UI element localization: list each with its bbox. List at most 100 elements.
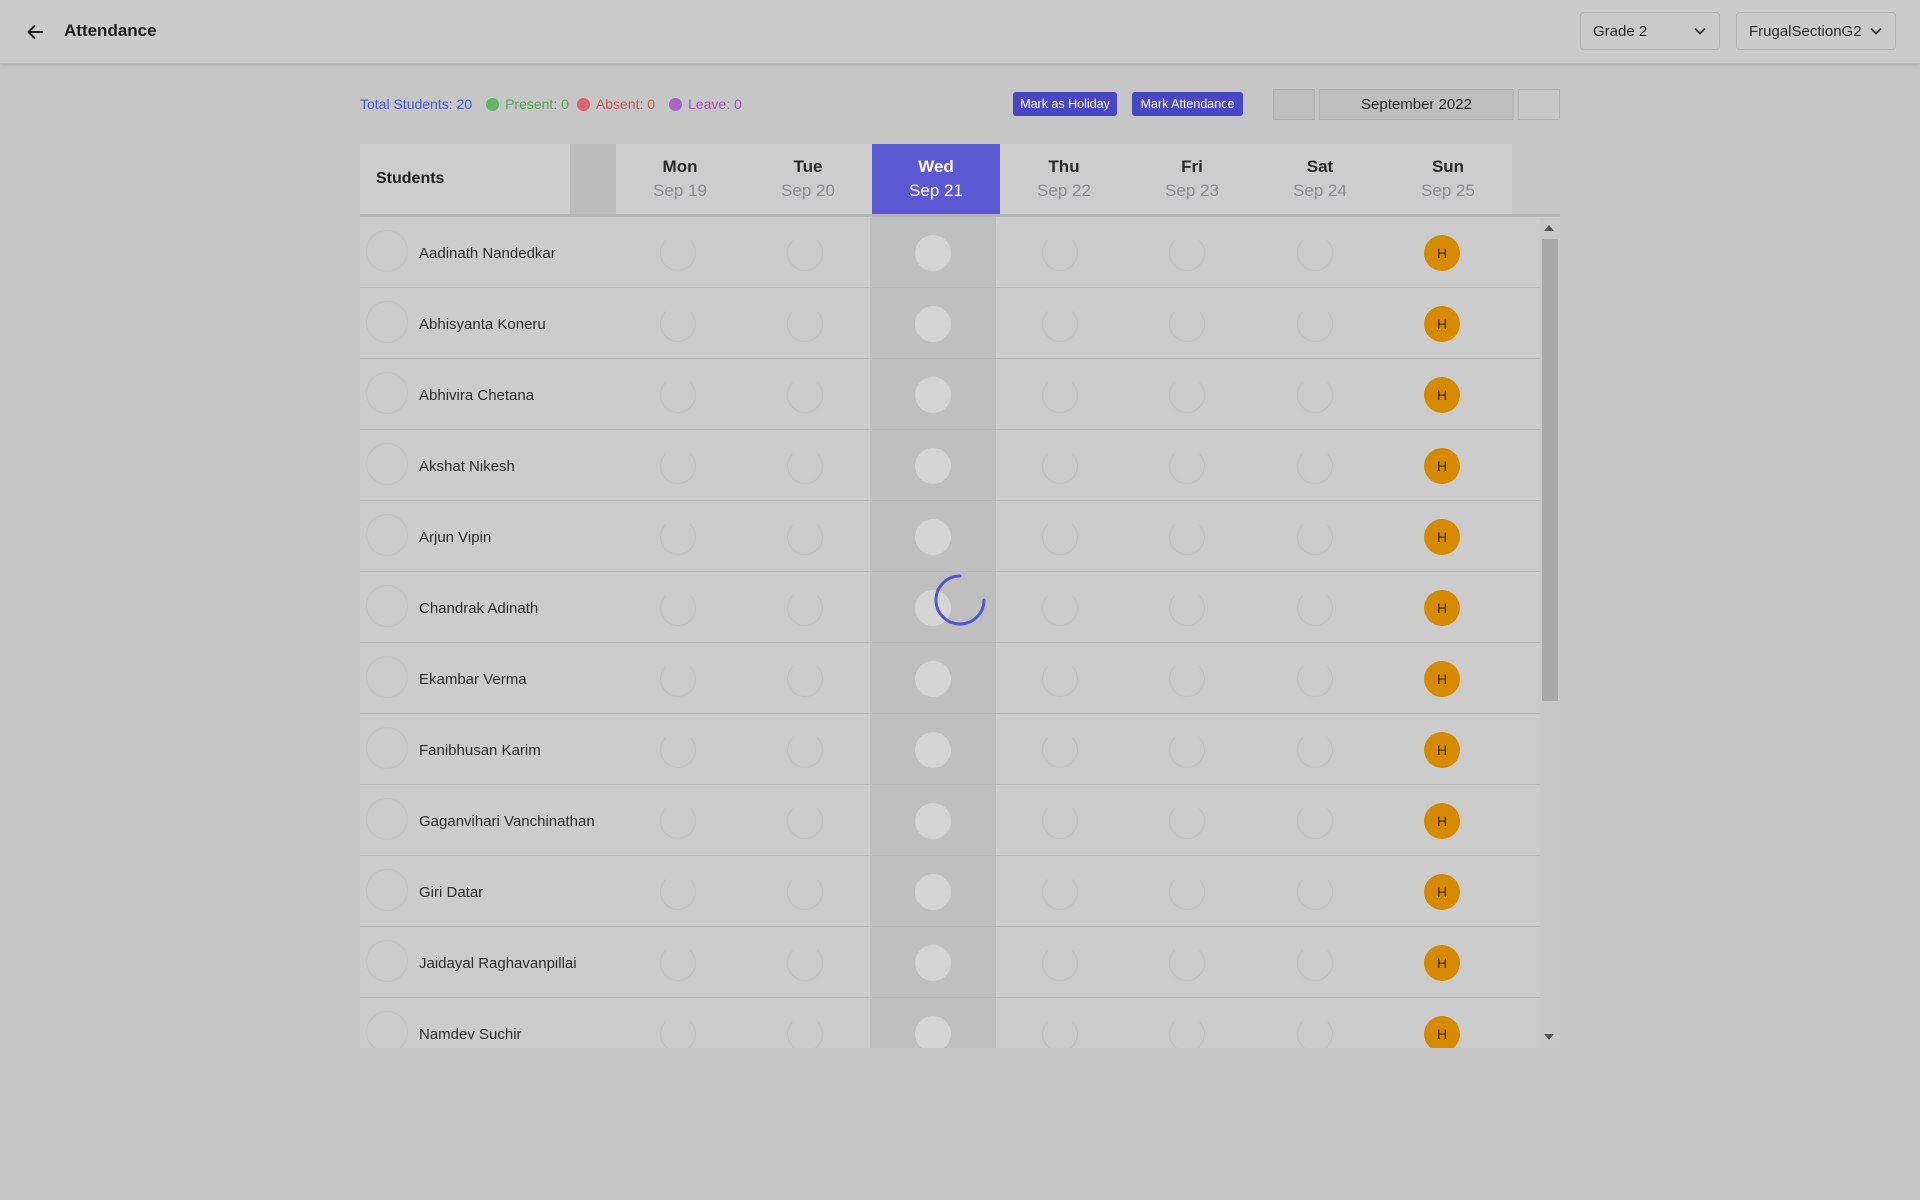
attendance-toggle-fri[interactable]: [1169, 1016, 1205, 1048]
scrollbar-thumb[interactable]: [1542, 239, 1558, 701]
mark-attendance-button[interactable]: Mark Attendance: [1132, 92, 1243, 116]
attendance-toggle-thu[interactable]: [1042, 1016, 1078, 1048]
attendance-toggle-fri[interactable]: [1169, 732, 1205, 768]
attendance-toggle-wed[interactable]: [915, 519, 951, 555]
section-select[interactable]: FrugalSectionG2: [1736, 12, 1896, 50]
attendance-toggle-thu[interactable]: [1042, 803, 1078, 839]
holiday-badge[interactable]: H: [1424, 1016, 1460, 1048]
attendance-toggle-wed[interactable]: [915, 732, 951, 768]
attendance-toggle-mon[interactable]: [660, 306, 696, 342]
attendance-toggle-mon[interactable]: [660, 661, 696, 697]
holiday-badge[interactable]: H: [1424, 803, 1460, 839]
attendance-toggle-sat[interactable]: [1297, 448, 1333, 484]
attendance-toggle-tue[interactable]: [787, 945, 823, 981]
grade-select[interactable]: Grade 2: [1580, 12, 1720, 50]
attendance-toggle-mon[interactable]: [660, 732, 696, 768]
day-header-sun[interactable]: Sun Sep 25: [1384, 144, 1512, 214]
attendance-toggle-mon[interactable]: [660, 1016, 696, 1048]
attendance-toggle-mon[interactable]: [660, 590, 696, 626]
attendance-toggle-wed[interactable]: [915, 235, 951, 271]
holiday-badge[interactable]: H: [1424, 306, 1460, 342]
holiday-badge[interactable]: H: [1424, 377, 1460, 413]
holiday-badge[interactable]: H: [1424, 519, 1460, 555]
attendance-toggle-thu[interactable]: [1042, 235, 1078, 271]
attendance-toggle-thu[interactable]: [1042, 945, 1078, 981]
attendance-toggle-thu[interactable]: [1042, 661, 1078, 697]
attendance-toggle-fri[interactable]: [1169, 590, 1205, 626]
attendance-toggle-sat[interactable]: [1297, 732, 1333, 768]
attendance-toggle-wed[interactable]: [915, 448, 951, 484]
attendance-toggle-thu[interactable]: [1042, 732, 1078, 768]
holiday-badge[interactable]: H: [1424, 945, 1460, 981]
attendance-toggle-sat[interactable]: [1297, 306, 1333, 342]
attendance-toggle-sat[interactable]: [1297, 1016, 1333, 1048]
scroll-up-arrow-icon[interactable]: [1544, 225, 1554, 231]
attendance-toggle-tue[interactable]: [787, 661, 823, 697]
attendance-toggle-sat[interactable]: [1297, 945, 1333, 981]
attendance-toggle-sat[interactable]: [1297, 377, 1333, 413]
attendance-toggle-thu[interactable]: [1042, 590, 1078, 626]
day-header-fri[interactable]: Fri Sep 23: [1128, 144, 1256, 214]
attendance-toggle-tue[interactable]: [787, 590, 823, 626]
attendance-toggle-mon[interactable]: [660, 235, 696, 271]
attendance-toggle-sat[interactable]: [1297, 661, 1333, 697]
day-header-thu[interactable]: Thu Sep 22: [1000, 144, 1128, 214]
attendance-toggle-fri[interactable]: [1169, 377, 1205, 413]
holiday-badge[interactable]: H: [1424, 732, 1460, 768]
day-header-sat[interactable]: Sat Sep 24: [1256, 144, 1384, 214]
attendance-toggle-thu[interactable]: [1042, 306, 1078, 342]
attendance-toggle-sat[interactable]: [1297, 874, 1333, 910]
attendance-toggle-wed[interactable]: [915, 803, 951, 839]
attendance-toggle-tue[interactable]: [787, 448, 823, 484]
holiday-badge[interactable]: H: [1424, 661, 1460, 697]
attendance-toggle-wed[interactable]: [915, 661, 951, 697]
attendance-toggle-thu[interactable]: [1042, 377, 1078, 413]
attendance-toggle-mon[interactable]: [660, 448, 696, 484]
attendance-toggle-mon[interactable]: [660, 874, 696, 910]
attendance-toggle-fri[interactable]: [1169, 661, 1205, 697]
attendance-toggle-fri[interactable]: [1169, 803, 1205, 839]
attendance-toggle-fri[interactable]: [1169, 448, 1205, 484]
holiday-badge[interactable]: H: [1424, 235, 1460, 271]
day-header-wed[interactable]: Wed Sep 21: [872, 144, 1000, 214]
attendance-toggle-fri[interactable]: [1169, 519, 1205, 555]
attendance-toggle-sat[interactable]: [1297, 235, 1333, 271]
attendance-toggle-mon[interactable]: [660, 945, 696, 981]
attendance-toggle-sat[interactable]: [1297, 519, 1333, 555]
previous-week-button[interactable]: [1273, 89, 1315, 120]
attendance-toggle-tue[interactable]: [787, 519, 823, 555]
attendance-toggle-sat[interactable]: [1297, 590, 1333, 626]
attendance-toggle-tue[interactable]: [787, 803, 823, 839]
attendance-toggle-fri[interactable]: [1169, 945, 1205, 981]
attendance-toggle-wed[interactable]: [915, 1016, 951, 1048]
attendance-toggle-wed[interactable]: [915, 874, 951, 910]
attendance-toggle-tue[interactable]: [787, 874, 823, 910]
attendance-toggle-mon[interactable]: [660, 377, 696, 413]
attendance-toggle-tue[interactable]: [787, 306, 823, 342]
attendance-toggle-wed[interactable]: [915, 306, 951, 342]
holiday-badge[interactable]: H: [1424, 590, 1460, 626]
attendance-toggle-wed[interactable]: [915, 377, 951, 413]
attendance-toggle-wed[interactable]: [915, 945, 951, 981]
day-header-tue[interactable]: Tue Sep 20: [744, 144, 872, 214]
attendance-toggle-thu[interactable]: [1042, 874, 1078, 910]
attendance-toggle-fri[interactable]: [1169, 874, 1205, 910]
attendance-toggle-thu[interactable]: [1042, 448, 1078, 484]
attendance-toggle-fri[interactable]: [1169, 235, 1205, 271]
attendance-toggle-thu[interactable]: [1042, 519, 1078, 555]
attendance-toggle-tue[interactable]: [787, 377, 823, 413]
mark-holiday-button[interactable]: Mark as Holiday: [1013, 92, 1117, 116]
day-header-mon[interactable]: Mon Sep 19: [616, 144, 744, 214]
attendance-toggle-tue[interactable]: [787, 1016, 823, 1048]
attendance-toggle-tue[interactable]: [787, 732, 823, 768]
scroll-down-arrow-icon[interactable]: [1544, 1034, 1554, 1040]
attendance-toggle-fri[interactable]: [1169, 306, 1205, 342]
attendance-toggle-mon[interactable]: [660, 519, 696, 555]
next-week-button[interactable]: [1518, 89, 1560, 120]
holiday-badge[interactable]: H: [1424, 448, 1460, 484]
attendance-toggle-sat[interactable]: [1297, 803, 1333, 839]
back-button[interactable]: [18, 16, 52, 48]
holiday-badge[interactable]: H: [1424, 874, 1460, 910]
attendance-toggle-mon[interactable]: [660, 803, 696, 839]
attendance-toggle-tue[interactable]: [787, 235, 823, 271]
